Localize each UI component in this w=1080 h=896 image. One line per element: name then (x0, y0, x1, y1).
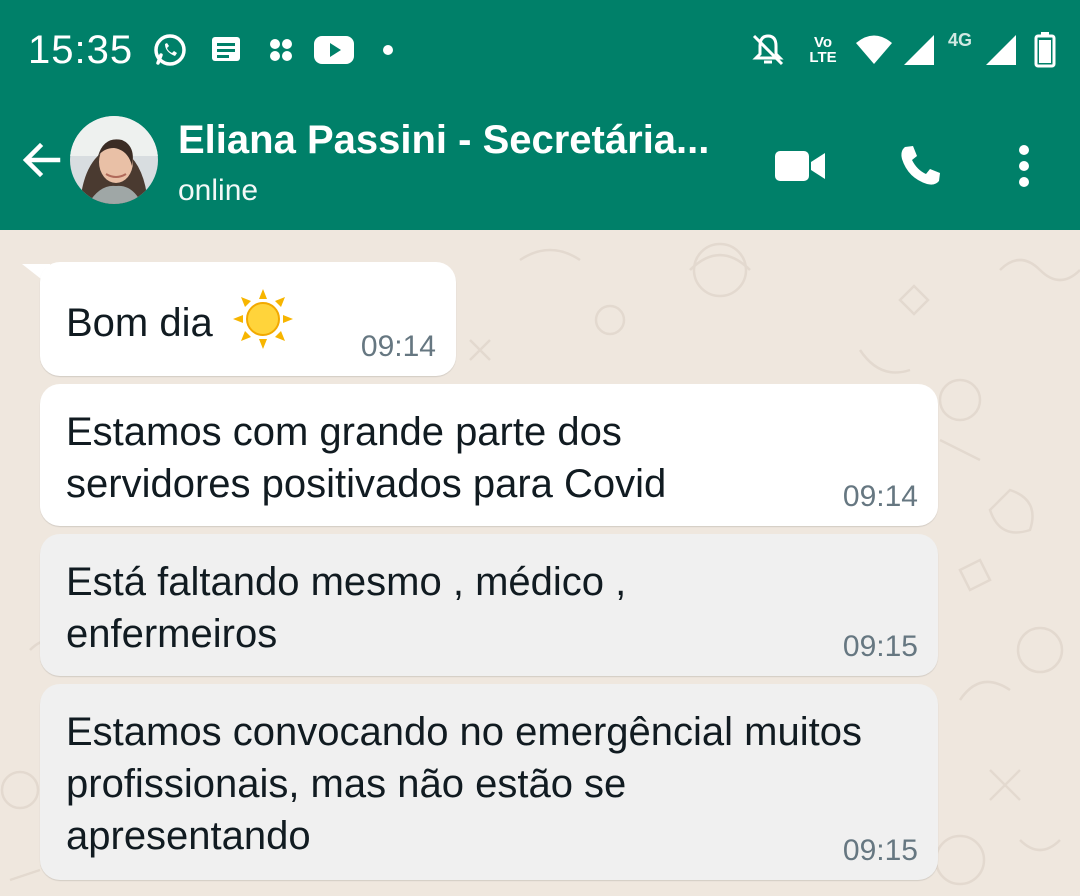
message-bubble[interactable]: Estamos com grande parte dos servidores … (40, 384, 938, 526)
chat-area[interactable]: Bom dia 09:14 Estamos com grande parte d… (0, 230, 1080, 896)
message-time: 09:15 (842, 630, 918, 663)
chat-header: Eliana Passini - Secretária... online (0, 100, 1080, 230)
contact-status: online (178, 174, 259, 207)
message-text: Estamos com grande parte dos servidores … (66, 410, 667, 506)
app-icon (266, 32, 296, 68)
wifi-icon (852, 32, 896, 68)
message-bubble[interactable]: Estamos convocando no emergêncial muitos… (40, 684, 938, 880)
message-bubble[interactable]: Bom dia 09:14 (40, 262, 456, 376)
message-bubble[interactable]: Está faltando mesmo , médico , enfermeir… (40, 534, 938, 676)
mute-icon (748, 32, 788, 68)
whatsapp-icon (150, 32, 190, 68)
youtube-icon (312, 32, 356, 68)
message-time: 09:14 (360, 330, 436, 363)
status-bar: 15:35 Vo LTE 4G (0, 0, 1080, 100)
message-time: 09:15 (842, 834, 918, 867)
video-call-icon[interactable] (772, 138, 828, 194)
message-time: 09:14 (842, 480, 918, 513)
dot-icon (380, 32, 396, 68)
sun-emoji-icon (232, 288, 294, 363)
message-text: Bom dia (66, 301, 213, 346)
signal-icon (900, 32, 938, 68)
contact-avatar[interactable] (70, 116, 158, 204)
message-icon (208, 32, 244, 68)
volte-icon: Vo LTE (809, 34, 837, 66)
message-text: Estamos convocando no emergêncial muitos… (66, 710, 862, 858)
back-arrow-icon[interactable] (18, 136, 66, 184)
voice-call-icon[interactable] (892, 138, 948, 194)
message-text: Está faltando mesmo , médico , enfermeir… (66, 560, 627, 656)
battery-icon (1030, 32, 1060, 68)
status-time: 15:35 (28, 28, 134, 72)
network-type-label: 4G (948, 30, 973, 50)
contact-name[interactable]: Eliana Passini - Secretária... (178, 118, 738, 163)
signal-4g-icon (982, 32, 1020, 68)
more-options-icon[interactable] (996, 138, 1052, 194)
